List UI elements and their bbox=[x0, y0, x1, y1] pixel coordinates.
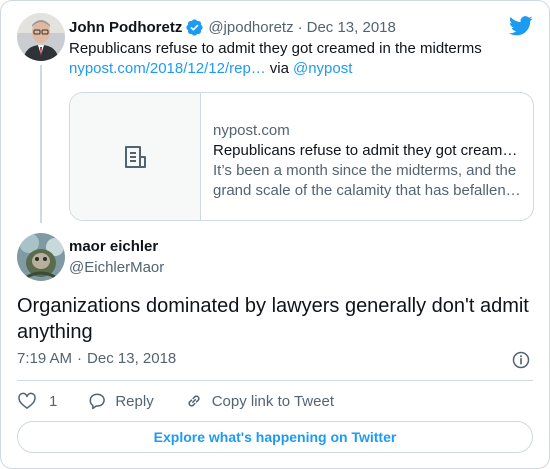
parent-tweet-link-row: nypost.com/2018/12/12/rep… via @nypost bbox=[69, 59, 352, 79]
copy-link-label: Copy link to Tweet bbox=[211, 392, 334, 410]
parent-tweet-text: Republicans refuse to admit they got cre… bbox=[69, 40, 482, 57]
explore-twitter-button[interactable]: Explore what's happening on Twitter bbox=[17, 421, 533, 453]
reply-timestamp[interactable]: 7:19 AM · Dec 13, 2018 bbox=[17, 350, 176, 367]
link-preview-title: Republicans refuse to admit they got cre… bbox=[213, 142, 518, 159]
tweet-actions-bar: 1 Reply Copy link to Tweet bbox=[17, 390, 364, 412]
reply-tweet-text: Organizations dominated by lawyers gener… bbox=[17, 295, 529, 343]
article-link[interactable]: nypost.com/2018/12/12/rep… bbox=[69, 60, 266, 77]
parent-author-avatar[interactable] bbox=[17, 13, 65, 61]
link-preview-thumbnail bbox=[70, 93, 201, 220]
embedded-tweet-card: John Podhoretz @jpodhoretz · Dec 13, 201… bbox=[0, 0, 550, 469]
via-handle-link[interactable]: @nypost bbox=[293, 60, 352, 77]
copy-link-button[interactable]: Copy link to Tweet bbox=[184, 391, 334, 411]
link-preview-description-2: grand scale of the calamity that has bef… bbox=[213, 182, 521, 199]
reply-button[interactable]: Reply bbox=[87, 391, 154, 411]
like-count: 1 bbox=[49, 392, 58, 410]
reply-icon bbox=[89, 393, 106, 410]
article-icon bbox=[125, 145, 146, 168]
thread-connector-line bbox=[40, 65, 42, 223]
link-preview-description-1: It’s been a month since the midterms, an… bbox=[213, 162, 517, 179]
heart-icon bbox=[18, 392, 36, 409]
parent-author-handle[interactable]: @jpodhoretz bbox=[208, 19, 293, 36]
reply-author-avatar[interactable] bbox=[17, 233, 65, 281]
via-label: via bbox=[269, 60, 289, 77]
divider bbox=[17, 380, 533, 381]
reply-date: Dec 13, 2018 bbox=[87, 350, 177, 367]
link-icon bbox=[188, 395, 200, 407]
parent-tweet-date[interactable]: Dec 13, 2018 bbox=[307, 19, 396, 36]
like-button[interactable]: 1 bbox=[17, 391, 57, 411]
reply-author-handle[interactable]: @EichlerMaor bbox=[69, 259, 164, 276]
timestamp-separator: · bbox=[77, 350, 83, 367]
reply-author-name[interactable]: maor eichler bbox=[69, 238, 158, 255]
parent-author-name[interactable]: John Podhoretz bbox=[69, 19, 182, 36]
reply-label: Reply bbox=[115, 392, 154, 410]
reply-time: 7:19 AM bbox=[17, 350, 73, 367]
link-preview-card[interactable]: nypost.com Republicans refuse to admit t… bbox=[69, 92, 534, 221]
link-preview-domain: nypost.com bbox=[213, 122, 290, 139]
link-preview-body: nypost.com Republicans refuse to admit t… bbox=[213, 121, 523, 201]
verified-badge-icon bbox=[185, 18, 204, 37]
separator-dot: · bbox=[297, 18, 303, 36]
info-icon[interactable] bbox=[511, 350, 531, 370]
twitter-bird-icon[interactable] bbox=[509, 15, 533, 37]
parent-tweet-header: John Podhoretz @jpodhoretz · Dec 13, 201… bbox=[69, 17, 396, 37]
